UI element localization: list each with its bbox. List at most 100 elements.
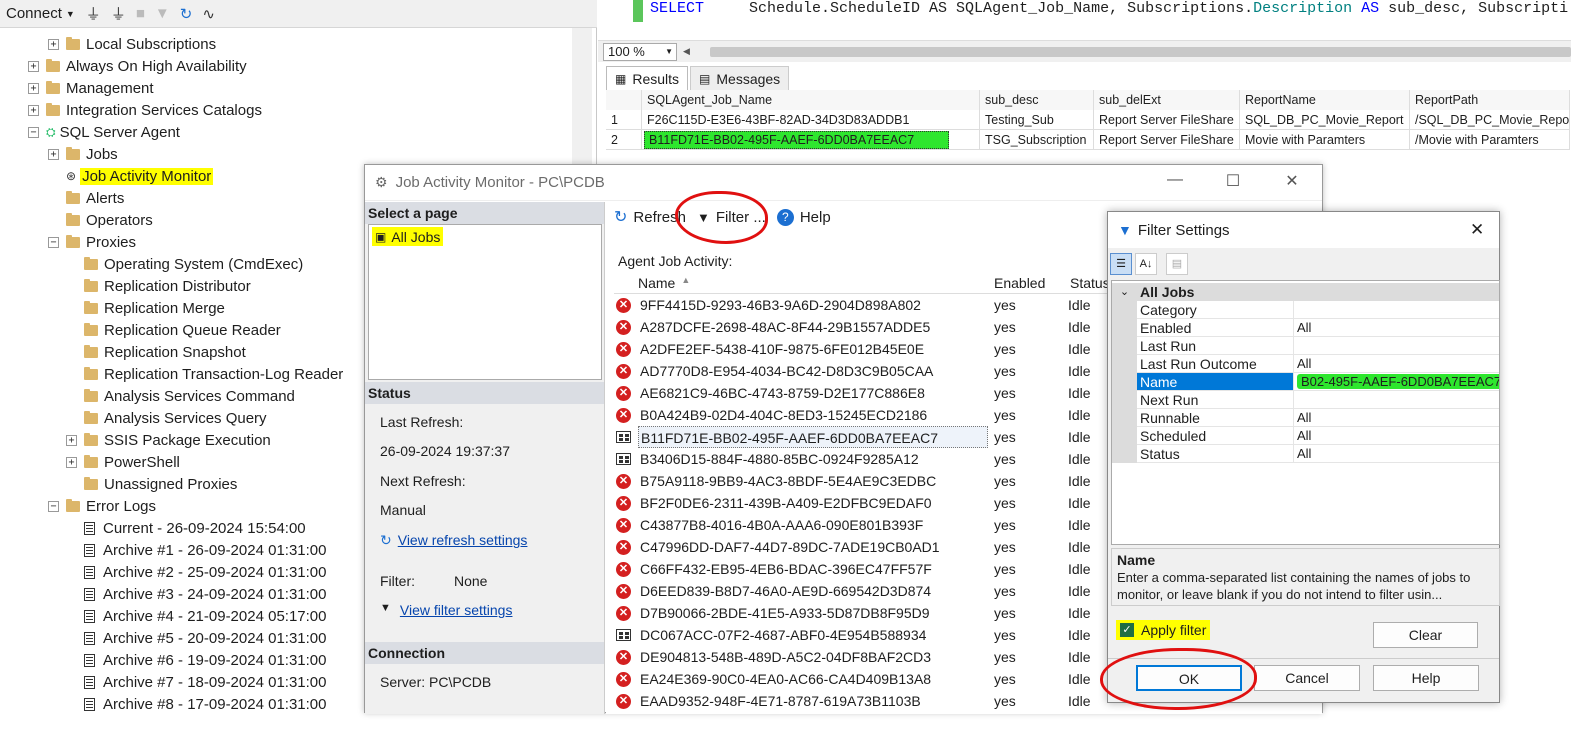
- categorized-icon[interactable]: ☰: [1110, 253, 1132, 275]
- stop-icon[interactable]: ■: [136, 5, 145, 22]
- collapse-icon[interactable]: −: [48, 236, 59, 248]
- tree-item[interactable]: Archive #5 - 20-09-2024 01:31:00: [66, 627, 326, 649]
- help-button[interactable]: ? Help: [774, 204, 834, 230]
- horizontal-scrollbar[interactable]: [709, 46, 1571, 57]
- tree-item[interactable]: Analysis Services Command: [66, 385, 295, 407]
- close-icon[interactable]: ✕: [1272, 171, 1312, 195]
- expand-icon[interactable]: +: [48, 148, 59, 160]
- grid-row[interactable]: 2 B11FD71E-BB02-495F-AAEF-6DD0BA7EEAC7 TSG…: [606, 130, 1570, 150]
- tab-results[interactable]: ▦ Results: [606, 66, 689, 90]
- expand-icon[interactable]: +: [48, 38, 59, 50]
- grid-column-header[interactable]: sub_delExt: [1094, 90, 1240, 110]
- grid-cell[interactable]: Report Server FileShare: [1094, 110, 1240, 130]
- property-pages-icon[interactable]: ▤: [1166, 253, 1188, 275]
- expand-icon[interactable]: +: [28, 104, 39, 116]
- property-value[interactable]: [1294, 301, 1499, 319]
- tree-item[interactable]: Archive #4 - 21-09-2024 05:17:00: [66, 605, 326, 627]
- filter-icon[interactable]: ▼: [155, 5, 170, 22]
- view-filter-link[interactable]: View filter settings: [400, 602, 513, 618]
- grid-cell[interactable]: Testing_Sub: [980, 110, 1094, 130]
- collapse-icon[interactable]: −: [28, 126, 39, 138]
- connect-plug-icon[interactable]: ⏚: [86, 3, 101, 24]
- tab-messages[interactable]: ▤ Messages: [690, 66, 790, 90]
- collapse-icon[interactable]: −: [48, 500, 59, 512]
- tree-item[interactable]: Replication Distributor: [66, 275, 251, 297]
- tree-item[interactable]: Alerts: [48, 187, 124, 209]
- activity-monitor-icon[interactable]: ∿: [202, 5, 215, 23]
- tree-item[interactable]: + Local Subscriptions: [48, 33, 216, 55]
- tree-item[interactable]: Current - 26-09-2024 15:54:00: [66, 517, 306, 539]
- grid-column-header[interactable]: ReportName: [1240, 90, 1410, 110]
- grid-cell[interactable]: /SQL_DB_PC_Movie_Report: [1410, 110, 1570, 130]
- apply-filter-checkbox[interactable]: ✓ Apply filter: [1116, 620, 1211, 640]
- tree-item[interactable]: ⊛ Job Activity Monitor: [48, 165, 214, 187]
- property-value[interactable]: All: [1294, 427, 1499, 445]
- zoom-select[interactable]: 100 % ▼: [603, 42, 677, 61]
- property-row[interactable]: Name B02-495F-AAEF-6DD0BA7EEAC7: [1112, 373, 1499, 391]
- grid-cell[interactable]: SQL_DB_PC_Movie_Report: [1240, 110, 1410, 130]
- expand-icon[interactable]: +: [66, 434, 77, 446]
- cancel-button[interactable]: Cancel: [1254, 665, 1360, 691]
- view-refresh-link[interactable]: View refresh settings: [398, 532, 528, 549]
- alphabetical-icon[interactable]: A↓: [1135, 253, 1157, 275]
- tree-item[interactable]: + Management: [28, 77, 154, 99]
- help-button[interactable]: Help: [1373, 665, 1479, 691]
- tree-item[interactable]: Replication Snapshot: [66, 341, 246, 363]
- close-icon[interactable]: ✕: [1470, 220, 1484, 240]
- tree-item[interactable]: − ⛭ SQL Server Agent: [28, 121, 180, 143]
- clear-button[interactable]: Clear: [1373, 622, 1478, 648]
- property-value[interactable]: All: [1294, 355, 1499, 373]
- grid-cell[interactable]: Movie with Paramters: [1240, 130, 1410, 150]
- property-row[interactable]: Last Run Outcome All: [1112, 355, 1499, 373]
- property-row[interactable]: Runnable All: [1112, 409, 1499, 427]
- grid-column-header[interactable]: sub_desc: [980, 90, 1094, 110]
- property-value[interactable]: All: [1294, 445, 1499, 463]
- property-value[interactable]: B02-495F-AAEF-6DD0BA7EEAC7: [1294, 373, 1499, 391]
- grid-cell[interactable]: F26C115D-E3E6-43BF-82AD-34D3D83ADDB1: [642, 110, 980, 130]
- property-value[interactable]: [1294, 391, 1499, 409]
- tree-item[interactable]: Archive #2 - 25-09-2024 01:31:00: [66, 561, 326, 583]
- tree-item[interactable]: Replication Transaction-Log Reader: [66, 363, 343, 385]
- grid-cell[interactable]: B11FD71E-BB02-495F-AAEF-6DD0BA7EEAC7: [642, 130, 980, 150]
- tree-item[interactable]: Archive #6 - 19-09-2024 01:31:00: [66, 649, 326, 671]
- property-value[interactable]: All: [1294, 319, 1499, 337]
- property-row[interactable]: Last Run: [1112, 337, 1499, 355]
- grid-row[interactable]: 1 F26C115D-E3E6-43BF-82AD-34D3D83ADDB1 Tes…: [606, 110, 1570, 130]
- page-all-jobs[interactable]: ▣ All Jobs: [372, 227, 444, 246]
- tree-item[interactable]: + Always On High Availability: [28, 55, 247, 77]
- tree-item[interactable]: Operating System (CmdExec): [66, 253, 303, 275]
- sql-editor[interactable]: SELECT Schedule.ScheduleID AS SQLAgent_J…: [598, 0, 1571, 40]
- property-value[interactable]: All: [1294, 409, 1499, 427]
- grid-cell[interactable]: TSG_Subscription: [980, 130, 1094, 150]
- property-value[interactable]: [1294, 337, 1499, 355]
- tree-item[interactable]: Archive #1 - 26-09-2024 01:31:00: [66, 539, 326, 561]
- minimize-icon[interactable]: —: [1155, 171, 1195, 195]
- tree-item[interactable]: + Jobs: [48, 143, 118, 165]
- tree-item[interactable]: Archive #3 - 24-09-2024 01:31:00: [66, 583, 326, 605]
- property-row[interactable]: Category: [1112, 301, 1499, 319]
- col-name-header[interactable]: Name ▲: [638, 275, 994, 291]
- view-refresh-settings[interactable]: ↻ View refresh settings: [380, 532, 527, 549]
- tree-item[interactable]: − Proxies: [48, 231, 136, 253]
- tree-item[interactable]: + SSIS Package Execution: [66, 429, 271, 451]
- expand-icon[interactable]: +: [28, 82, 39, 94]
- disconnect-plug-icon[interactable]: ⏚: [111, 3, 126, 24]
- grid-column-header[interactable]: SQLAgent_Job_Name: [642, 90, 980, 110]
- collapse-icon[interactable]: ⌄: [1112, 283, 1137, 301]
- property-row[interactable]: Enabled All: [1112, 319, 1499, 337]
- expand-icon[interactable]: +: [66, 456, 77, 468]
- tree-item[interactable]: Archive #8 - 17-09-2024 01:31:00: [66, 693, 326, 715]
- tree-item[interactable]: Replication Merge: [66, 297, 225, 319]
- refresh-icon[interactable]: ↻: [180, 5, 193, 23]
- category-row[interactable]: ⌄ All Jobs: [1112, 283, 1499, 301]
- property-row[interactable]: Scheduled All: [1112, 427, 1499, 445]
- col-enabled-header[interactable]: Enabled: [994, 275, 1070, 291]
- tree-item[interactable]: Replication Queue Reader: [66, 319, 281, 341]
- grid-cell[interactable]: /Movie with Paramters: [1410, 130, 1570, 150]
- view-filter-settings[interactable]: ▼ View filter settings: [380, 602, 512, 618]
- grid-column-header[interactable]: ReportPath: [1410, 90, 1570, 110]
- property-row[interactable]: Next Run: [1112, 391, 1499, 409]
- tree-item[interactable]: + Integration Services Catalogs: [28, 99, 262, 121]
- tree-item[interactable]: − Error Logs: [48, 495, 156, 517]
- tree-item[interactable]: Unassigned Proxies: [66, 473, 237, 495]
